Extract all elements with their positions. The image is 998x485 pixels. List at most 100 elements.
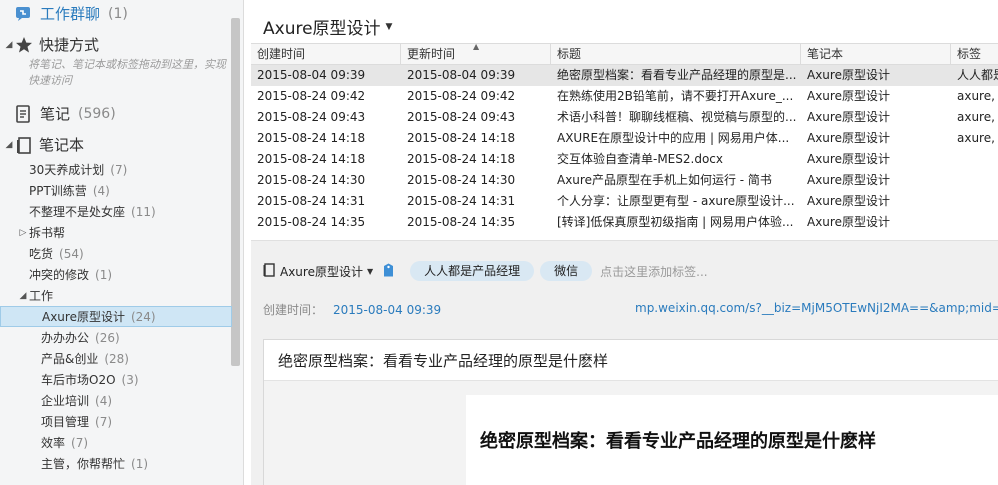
notebook-item[interactable]: 办办办公 (26) [0, 327, 232, 348]
sort-ascending-icon: ▲ [473, 42, 480, 51]
cell-created: 2015-08-24 14:18 [257, 152, 366, 166]
sidebar-count-group-chat: (1) [108, 5, 128, 22]
table-header: 创建时间 更新时间 标题 笔记本 标签 ▲ [251, 42, 998, 65]
cell-updated: 2015-08-24 09:42 [407, 89, 516, 103]
sidebar: 工作群聊 (1) ◢ 快捷方式 将笔记、笔记本或标签拖动到这里，实现快速访问 笔… [0, 0, 244, 485]
add-tag-input[interactable]: 点击这里添加标签... [600, 263, 707, 280]
table-row[interactable]: 2015-08-24 14:35 2015-08-24 14:35 [转译]低保真原… [251, 212, 998, 233]
cell-notebook: Axure原型设计 [807, 173, 890, 187]
cell-notebook: Axure原型设计 [807, 89, 890, 103]
cell-title: Axure产品原型在手机上如何运行 - 简书 [557, 173, 772, 187]
created-label: 创建时间： [263, 303, 324, 317]
cell-created: 2015-08-24 14:31 [257, 194, 366, 208]
notebook-item[interactable]: 产品&创业 (28) [0, 348, 232, 369]
tag-chip[interactable]: 人人都是产品经理 [410, 261, 535, 281]
cell-updated: 2015-08-24 14:30 [407, 173, 516, 187]
collapse-caret-icon[interactable]: ◢ [3, 140, 15, 150]
cell-updated: 2015-08-04 09:39 [407, 68, 516, 82]
cell-tags [951, 149, 998, 170]
cell-updated: 2015-08-24 14:18 [407, 131, 516, 145]
notebook-item[interactable]: PPT训练营 (4) [0, 180, 232, 201]
expand-caret-icon[interactable]: ▷ [17, 228, 29, 238]
cell-created: 2015-08-24 09:43 [257, 110, 366, 124]
cell-updated: 2015-08-24 14:18 [407, 152, 516, 166]
note-meta: 创建时间： 2015-08-04 09:39 mp.weixin.qq.com/s… [263, 301, 998, 318]
notebook-item-selected[interactable]: Axure原型设计 (24) [0, 306, 232, 327]
note-title-field[interactable]: 绝密原型档案：看看专业产品经理的原型是什麽样 [278, 350, 608, 371]
cell-notebook: Axure原型设计 [807, 68, 890, 82]
notebook-item[interactable]: 30天养成计划 (7) [0, 159, 232, 180]
notebook-item[interactable]: 不整理不是处女座 (11) [0, 201, 232, 222]
editor-toolbar: Axure原型设计 ▼ 人人都是产品经理 微信 点击这里添加标签... [263, 261, 708, 281]
cell-notebook: Axure原型设计 [807, 194, 890, 208]
cell-title: 交互体验自查清单-MES2.docx [557, 152, 723, 166]
notebook-stack-icon [15, 136, 33, 154]
note-icon [14, 104, 32, 123]
sidebar-item-notes[interactable]: 笔记 (596) [14, 103, 116, 124]
tag-chip[interactable]: 微信 [540, 261, 593, 281]
created-value[interactable]: 2015-08-04 09:39 [333, 303, 441, 317]
sidebar-count-notes: (596) [78, 105, 116, 122]
table-row[interactable]: 2015-08-24 14:18 2015-08-24 14:18 交互体验自查清单… [251, 149, 998, 170]
notebook-item[interactable]: 车后市场O2O (3) [0, 369, 232, 390]
column-header-notebook[interactable]: 笔记本 [801, 44, 951, 64]
chevron-down-icon[interactable]: ▼ [386, 22, 393, 32]
sidebar-item-notebooks[interactable]: ◢ 笔记本 [3, 134, 84, 155]
collapse-caret-icon[interactable]: ◢ [3, 40, 15, 50]
table-row[interactable]: 2015-08-24 09:43 2015-08-24 09:43 术语小科普！聊聊… [251, 107, 998, 128]
sidebar-item-group-chat[interactable]: 工作群聊 (1) [14, 3, 128, 24]
sidebar-label-notes: 笔记 [40, 105, 71, 123]
collapse-caret-icon[interactable]: ◢ [17, 291, 29, 301]
note-editor: Axure原型设计 ▼ 人人都是产品经理 微信 点击这里添加标签... 创建时间… [251, 240, 998, 485]
cell-title: 绝密原型档案：看看专业产品经理的原型是... [557, 68, 797, 82]
cell-notebook: Axure原型设计 [807, 110, 890, 124]
table-row-selected[interactable]: 2015-08-04 09:39 2015-08-04 09:39 绝密原型档案：看… [251, 65, 998, 86]
cell-title: [转译]低保真原型初级指南 | 网易用户体验... [557, 215, 794, 229]
notebook-icon [263, 262, 275, 280]
notebook-item[interactable]: 效率 (7) [0, 432, 232, 453]
column-header-title[interactable]: 标题 [551, 44, 801, 64]
cell-updated: 2015-08-24 14:31 [407, 194, 516, 208]
cell-updated: 2015-08-24 09:43 [407, 110, 516, 124]
notebook-item[interactable]: 主管，你帮帮忙 (1) [0, 453, 232, 474]
column-header-tags[interactable]: 标签 [951, 44, 998, 64]
star-icon [15, 36, 33, 54]
sidebar-label-shortcuts: 快捷方式 [39, 36, 100, 54]
sidebar-scrollbar[interactable] [231, 18, 240, 366]
sidebar-label-group-chat: 工作群聊 [40, 5, 101, 23]
note-list-title[interactable]: Axure原型设计 ▼ [263, 14, 392, 39]
cell-notebook: Axure原型设计 [807, 152, 890, 166]
cell-notebook: Axure原型设计 [807, 215, 890, 229]
cell-tags [951, 191, 998, 212]
cell-title: 个人分享：让原型更有型 - axure原型设计... [557, 194, 795, 208]
source-url-link[interactable]: mp.weixin.qq.com/s?__biz=MjM5OTEwNjI2MA=… [635, 301, 998, 315]
column-header-created[interactable]: 创建时间 [251, 44, 401, 64]
cell-title: AXURE在原型设计中的应用 | 网易用户体... [557, 131, 790, 145]
note-body[interactable]: 绝密原型档案：看看专业产品经理的原型是什麽样 [264, 381, 998, 485]
notebook-item[interactable]: 吃货 (54) [0, 243, 232, 264]
cell-title: 在熟练使用2B铅笔前，请不要打开Axure_... [557, 89, 794, 103]
cell-tags: 人人都是 [957, 68, 998, 82]
notebook-item[interactable]: 项目管理 (7) [0, 411, 232, 432]
cell-created: 2015-08-24 14:30 [257, 173, 366, 187]
note-list-title-text: Axure原型设计 [263, 19, 381, 39]
editor-notebook-name[interactable]: Axure原型设计 [280, 263, 363, 280]
main-panel: Axure原型设计 ▼ 创建时间 更新时间 标题 笔记本 标签 ▲ 2015-0… [251, 0, 998, 485]
cell-tags: axure, . [957, 131, 998, 145]
cell-title: 术语小科普！聊聊线框稿、视觉稿与原型的... [557, 110, 797, 124]
notebook-item[interactable]: 冲突的修改 (1) [0, 264, 232, 285]
tag-icon [383, 263, 394, 280]
notebook-list: 30天养成计划 (7) PPT训练营 (4) 不整理不是处女座 (11) ▷ 拆书帮 吃… [0, 159, 232, 474]
table-row[interactable]: 2015-08-24 14:31 2015-08-24 14:31 个人分享：让原型… [251, 191, 998, 212]
table-row[interactable]: 2015-08-24 14:18 2015-08-24 14:18 AXURE在原型… [251, 128, 998, 149]
chat-icon [14, 5, 32, 23]
notebook-stack-item[interactable]: ◢ 工作 [0, 285, 232, 306]
sidebar-label-notebooks: 笔记本 [39, 136, 85, 154]
table-row[interactable]: 2015-08-24 14:30 2015-08-24 14:30 Axure产品原… [251, 170, 998, 191]
notebook-stack-item[interactable]: ▷ 拆书帮 [0, 222, 232, 243]
sidebar-item-shortcuts[interactable]: ◢ 快捷方式 [3, 34, 99, 55]
chevron-down-icon[interactable]: ▼ [367, 267, 373, 276]
table-row[interactable]: 2015-08-24 09:42 2015-08-24 09:42 在熟练使用2B铅… [251, 86, 998, 107]
cell-tags: axure, . [957, 110, 998, 124]
notebook-item[interactable]: 企业培训 (4) [0, 390, 232, 411]
